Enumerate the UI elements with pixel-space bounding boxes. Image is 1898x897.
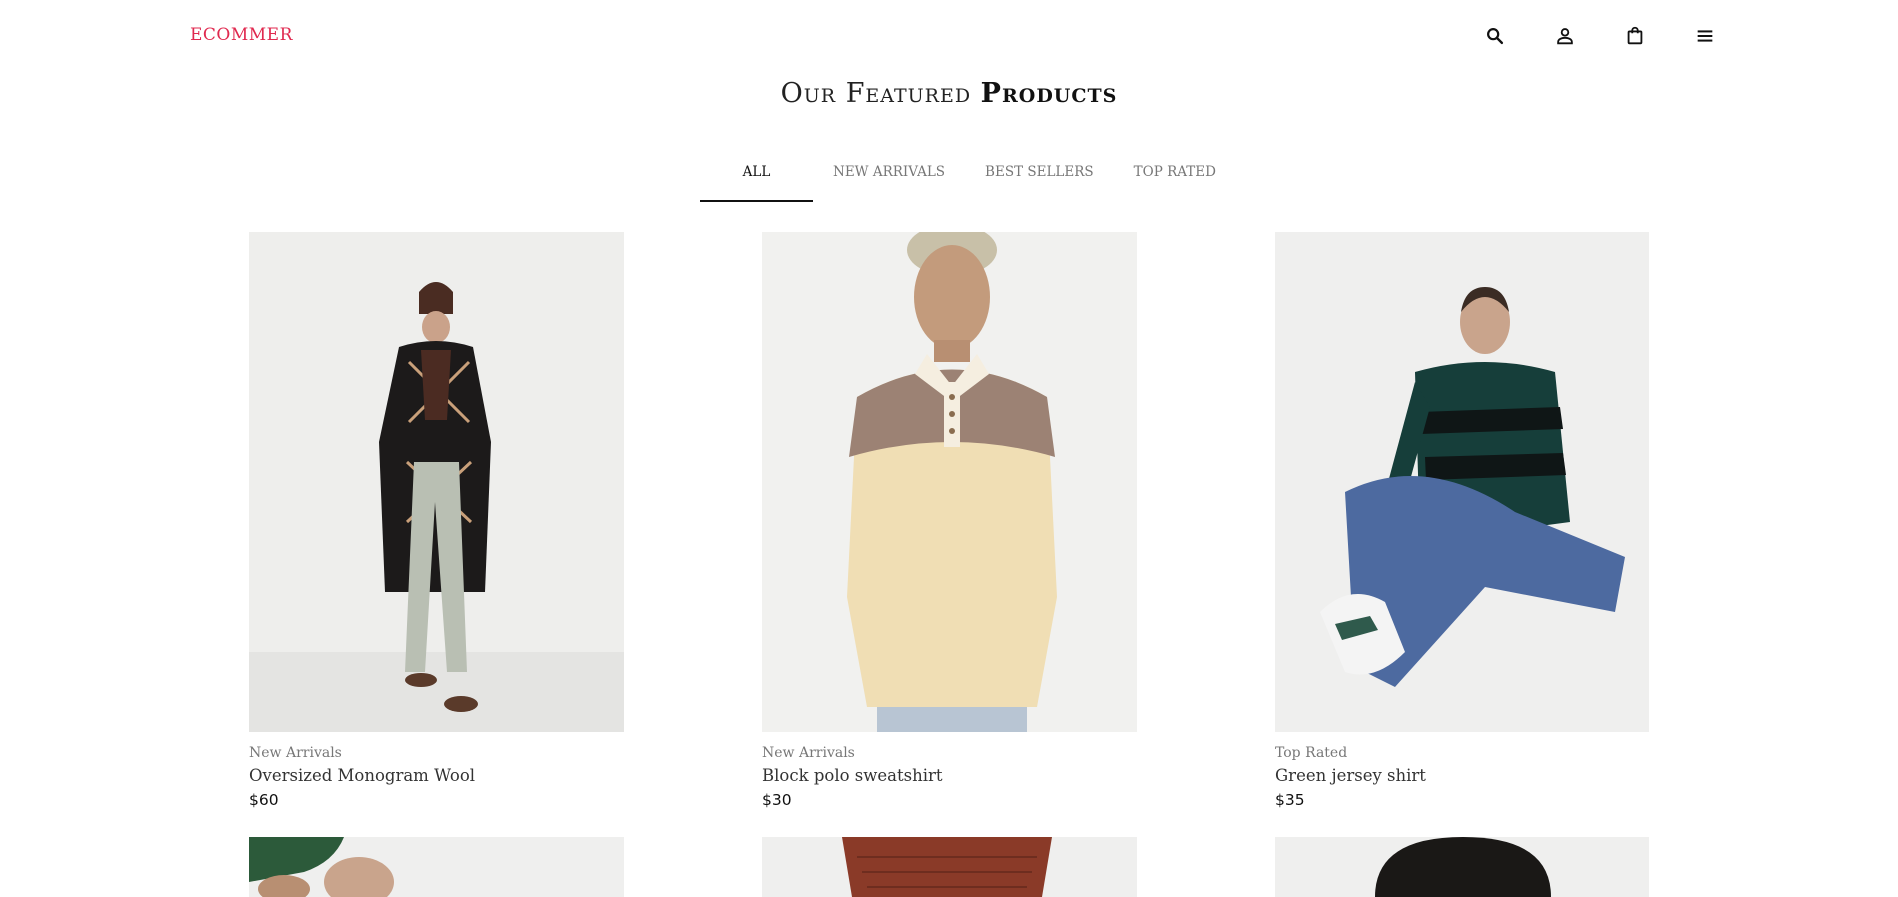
green-cap-model-illustration — [249, 837, 624, 897]
user-icon[interactable] — [1530, 24, 1600, 48]
rust-knit-model-illustration — [762, 837, 1137, 897]
site-header: ECOMMER — [0, 0, 1898, 72]
product-name[interactable]: Green jersey shirt — [1275, 766, 1649, 786]
product-category: Top Rated — [1275, 745, 1348, 761]
product-card[interactable]: New Arrivals Oversized Monogram Wool $60 — [249, 232, 624, 810]
search-icon[interactable] — [1460, 24, 1530, 48]
product-price: $35 — [1275, 791, 1305, 809]
product-image[interactable] — [249, 837, 624, 897]
product-card[interactable]: Top Rated Green jersey shirt $35 — [1275, 232, 1649, 810]
product-price: $60 — [249, 791, 279, 809]
product-image[interactable] — [762, 837, 1137, 897]
product-image[interactable] — [1275, 232, 1649, 732]
product-image[interactable] — [249, 232, 624, 732]
tab-new-arrivals[interactable]: NEW ARRIVALS — [813, 160, 965, 202]
product-name[interactable]: Block polo sweatshirt — [762, 766, 1137, 786]
coat-model-illustration — [249, 232, 624, 732]
menu-icon[interactable] — [1670, 24, 1740, 48]
product-image[interactable] — [1275, 837, 1649, 897]
product-category: New Arrivals — [249, 745, 342, 761]
tab-all[interactable]: ALL — [700, 160, 813, 202]
product-name[interactable]: Oversized Monogram Wool — [249, 766, 624, 786]
product-card[interactable]: New Arrivals Block polo sweatshirt $30 — [762, 232, 1137, 810]
product-grid: New Arrivals Oversized Monogram Wool $60 — [249, 232, 1649, 897]
product-image[interactable] — [762, 232, 1137, 732]
product-category: New Arrivals — [762, 745, 855, 761]
tab-best-sellers[interactable]: BEST SELLERS — [965, 160, 1114, 202]
product-price: $30 — [762, 791, 792, 809]
tab-top-rated[interactable]: TOP RATED — [1114, 160, 1236, 202]
product-row-2 — [249, 837, 1649, 897]
filter-tabs: ALL NEW ARRIVALS BEST SELLERS TOP RATED — [700, 160, 1236, 202]
rugby-model-illustration — [1275, 232, 1649, 732]
polo-model-illustration — [762, 232, 1137, 732]
dark-hair-model-illustration — [1275, 837, 1649, 897]
logo[interactable]: ECOMMER — [190, 25, 293, 45]
section-title: Our Featured Products — [0, 78, 1898, 109]
section-title-strong: Products — [980, 78, 1118, 109]
header-icons — [1460, 24, 1740, 48]
shopping-bag-icon[interactable] — [1600, 24, 1670, 48]
section-title-light: Our Featured — [780, 78, 972, 109]
